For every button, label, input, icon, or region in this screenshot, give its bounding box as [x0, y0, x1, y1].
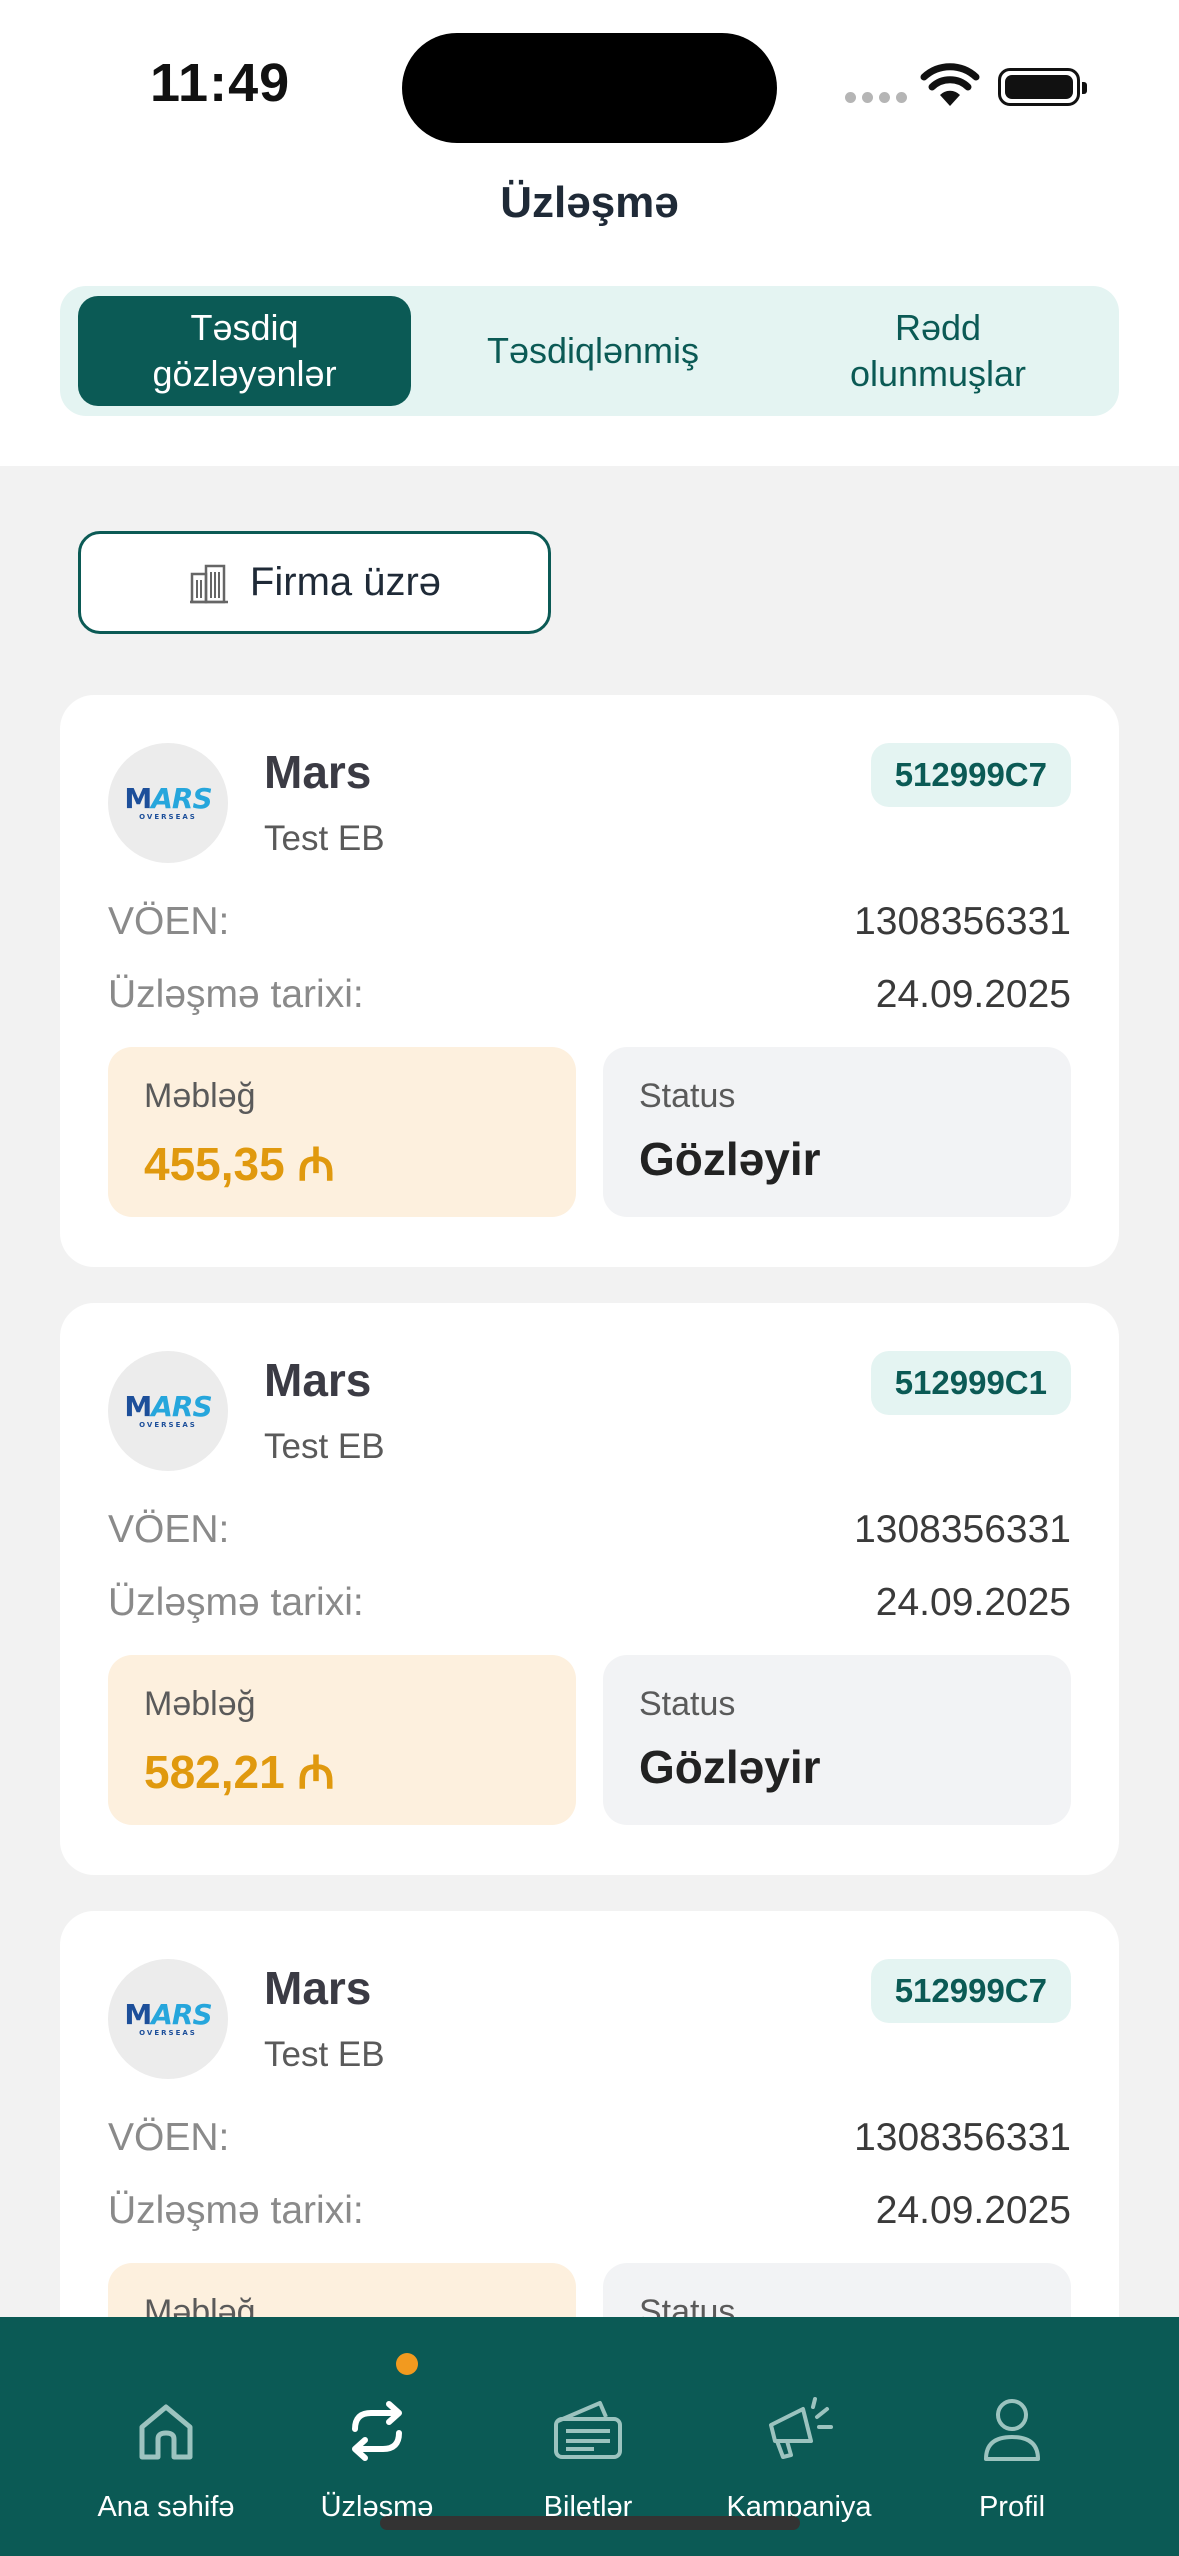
tab-approved[interactable]: Təsdiqlənmiş [430, 296, 756, 406]
reconciliation-card[interactable]: MARS OVERSEAS Mars Test EB 512999C7 VÖEN:… [60, 695, 1119, 1267]
megaphone-icon [769, 2397, 833, 2459]
company-filter-label: Firma üzrə [249, 560, 442, 604]
ticket-icon [554, 2401, 622, 2459]
amount-box: Məbləğ 455,35 ₼ [108, 1047, 576, 1217]
company-subtitle: Test EB [264, 819, 385, 858]
company-name: Mars [264, 746, 372, 798]
battery-icon [998, 68, 1087, 106]
voen-row: VÖEN: 1308356331 [108, 2116, 1071, 2159]
document-code-badge: 512999C7 [870, 1959, 1071, 2023]
voen-value: 1308356331 [854, 1508, 1071, 1551]
date-row: Üzləşmə tarixi: 24.09.2025 [108, 2189, 1071, 2232]
tab-pending[interactable]: Təsdiq gözləyənlər [78, 296, 411, 406]
voen-row: VÖEN: 1308356331 [108, 1508, 1071, 1551]
date-value: 24.09.2025 [875, 2189, 1071, 2232]
nav-campaigns[interactable]: Kampaniya [699, 2317, 899, 2524]
nav-tickets[interactable]: Biletlər [488, 2317, 688, 2524]
company-subtitle: Test EB [264, 2035, 385, 2074]
reconciliation-card[interactable]: MARS OVERSEAS Mars Test EB 512999C1 VÖEN:… [60, 1303, 1119, 1875]
home-indicator [380, 2516, 800, 2530]
date-row: Üzləşmə tarixi: 24.09.2025 [108, 973, 1071, 1016]
user-icon [984, 2399, 1040, 2461]
notification-dot [396, 2353, 418, 2375]
status-box: Status Gözləyir [603, 1047, 1071, 1217]
tab-rejected[interactable]: Rədd olunmuşlar [775, 296, 1101, 406]
nav-home[interactable]: Ana səhifə [66, 2317, 266, 2524]
home-icon [139, 2404, 193, 2460]
company-name: Mars [264, 1354, 372, 1406]
nav-profile[interactable]: Profil [912, 2317, 1112, 2524]
voen-value: 1308356331 [854, 900, 1071, 943]
status-box: Status Gözləyir [603, 1655, 1071, 1825]
date-row: Üzləşmə tarixi: 24.09.2025 [108, 1581, 1071, 1624]
nav-reconciliation[interactable]: Üzləşmə [277, 2317, 477, 2524]
document-code-badge: 512999C7 [870, 743, 1071, 807]
building-icon [189, 564, 228, 603]
voen-row: VÖEN: 1308356331 [108, 900, 1071, 943]
amount-value: 582,21 ₼ [144, 1746, 335, 1798]
status-tabs: Təsdiq gözləyənlər Təsdiqlənmiş Rədd olu… [60, 286, 1119, 416]
date-value: 24.09.2025 [875, 1581, 1071, 1624]
amount-box: Məbləğ 582,21 ₼ [108, 1655, 576, 1825]
page-title: Üzləşmə [500, 178, 679, 227]
company-filter-button[interactable]: Firma üzrə [78, 531, 551, 634]
document-code-badge: 512999C1 [870, 1351, 1071, 1415]
company-logo: MARS OVERSEAS [108, 1959, 228, 2079]
voen-value: 1308356331 [854, 2116, 1071, 2159]
company-logo: MARS OVERSEAS [108, 1351, 228, 1471]
wifi-icon [920, 63, 980, 106]
dynamic-island [402, 33, 777, 143]
company-logo: MARS OVERSEAS [108, 743, 228, 863]
company-name: Mars [264, 1962, 372, 2014]
sync-icon [352, 2401, 402, 2461]
status-value: Gözləyir [639, 1133, 821, 1185]
date-value: 24.09.2025 [875, 973, 1071, 1016]
cellular-signal-icon [845, 92, 907, 103]
amount-value: 455,35 ₼ [144, 1138, 335, 1190]
company-subtitle: Test EB [264, 1427, 385, 1466]
status-value: Gözləyir [639, 1741, 821, 1793]
status-time: 11:49 [150, 53, 291, 113]
